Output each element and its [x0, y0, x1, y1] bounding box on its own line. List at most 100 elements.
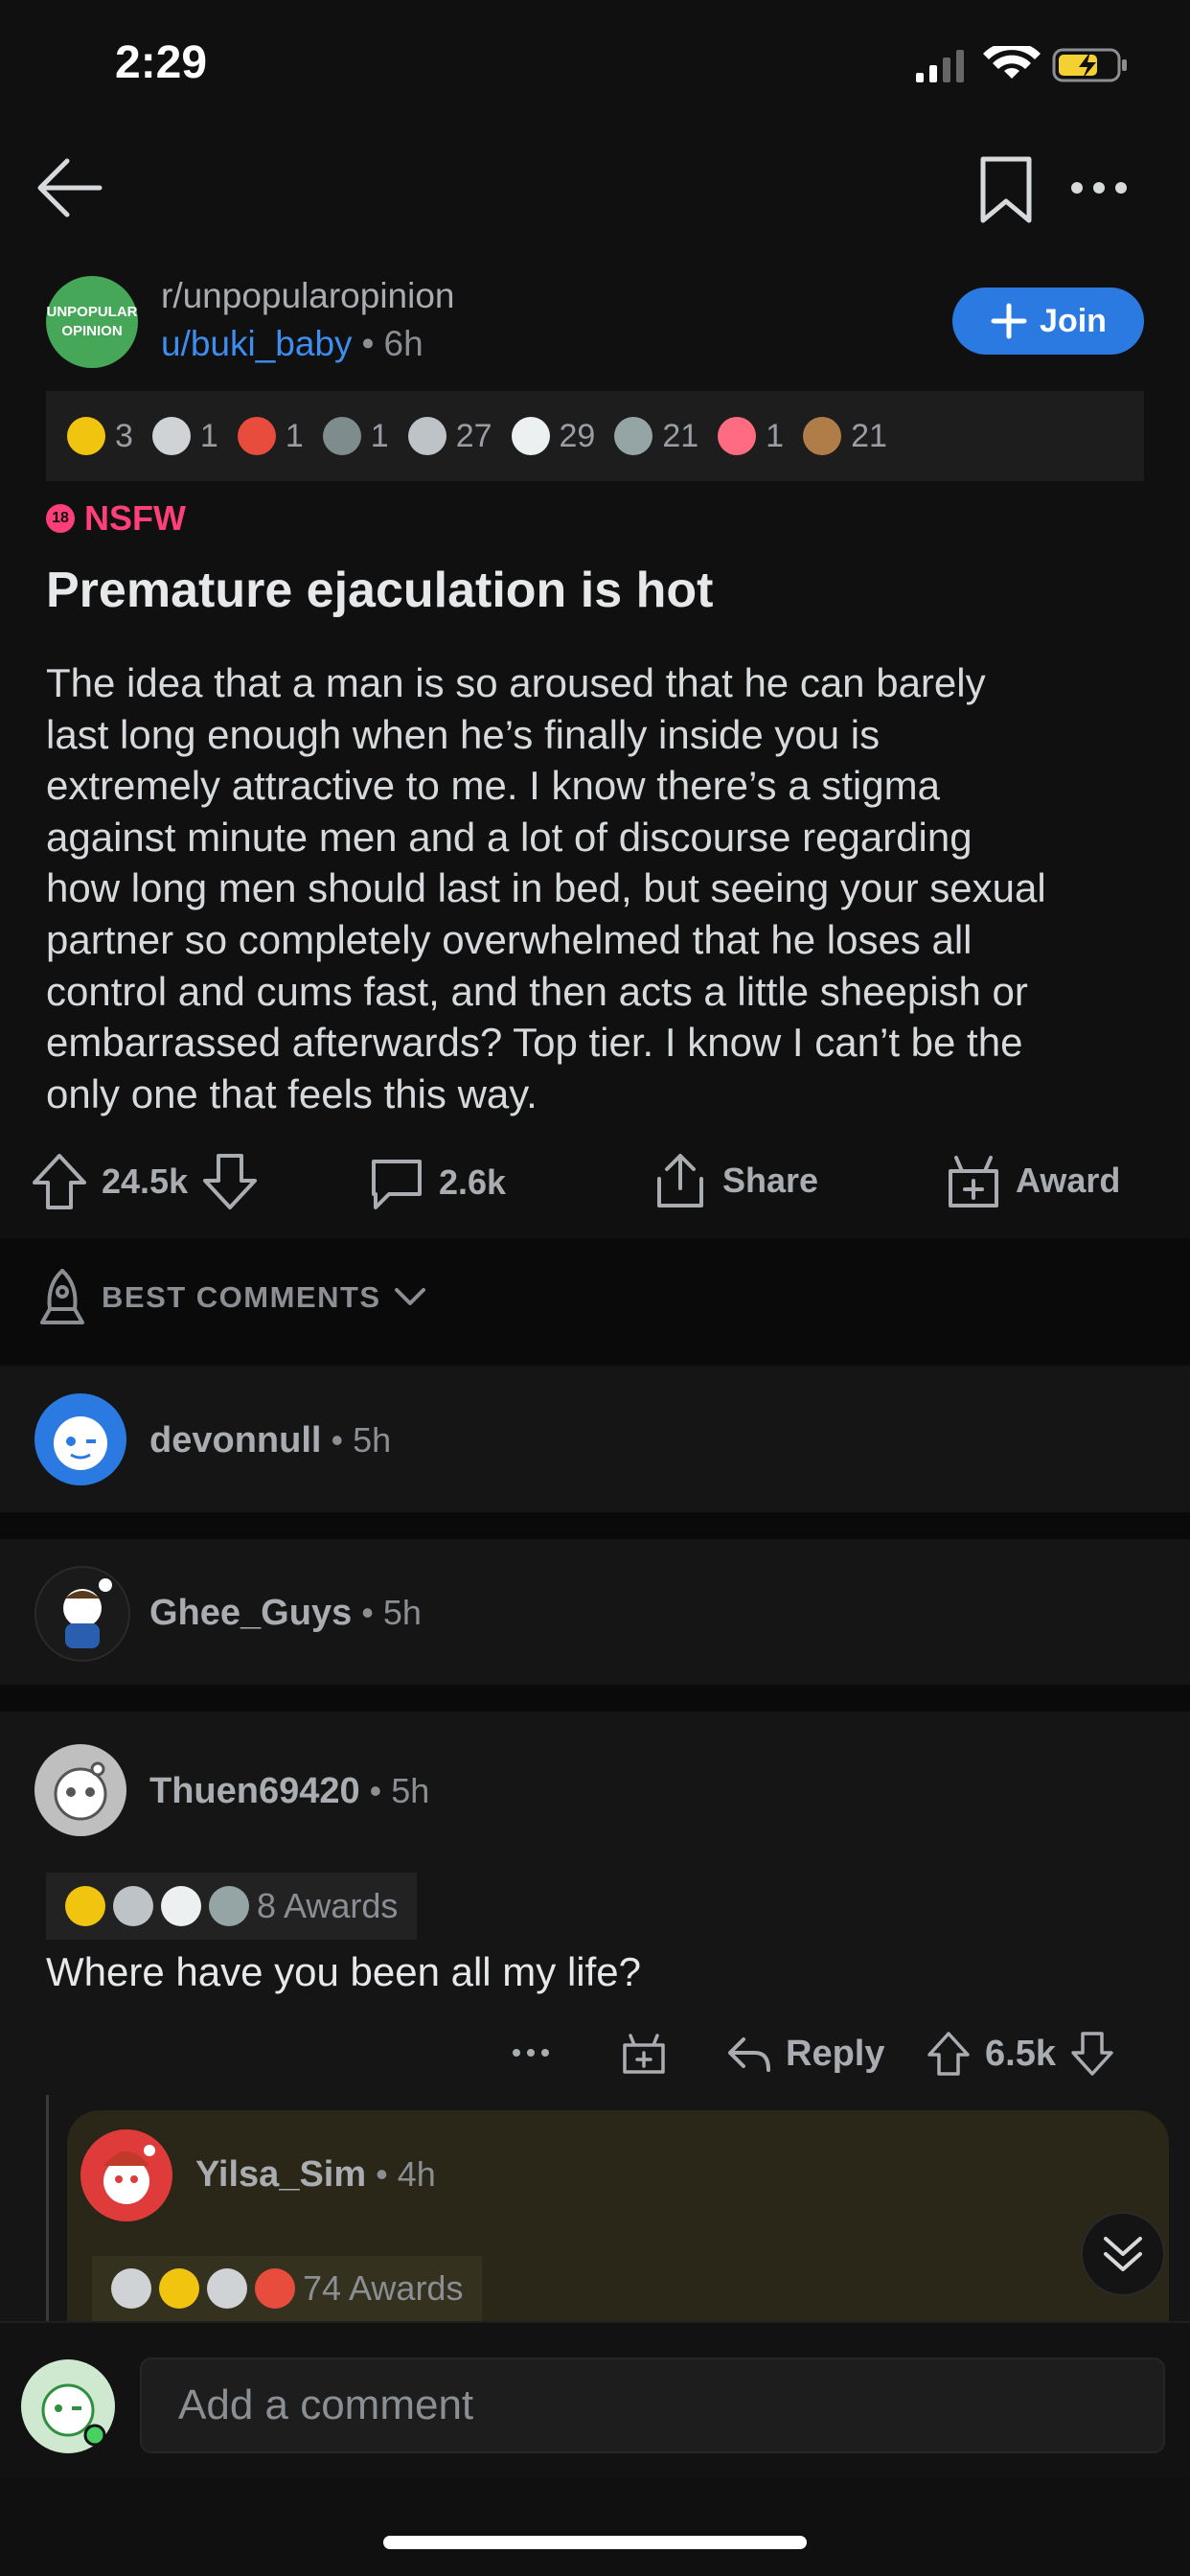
post-meta: u/buki_baby • 6h: [161, 324, 423, 364]
more-options-icon[interactable]: [1069, 180, 1129, 196]
reply-arrow-icon: [728, 2036, 770, 2072]
post-awards-bar[interactable]: 3 1 1 1 27 29 21 1 21: [46, 391, 1144, 481]
wholesome-award-icon: [151, 417, 191, 455]
join-button[interactable]: Join: [952, 288, 1144, 355]
avatar[interactable]: [34, 1393, 126, 1485]
comment-collapsed[interactable]: Ghee_Guys • 5h: [0, 1539, 1190, 1685]
laugh-award-icon: [511, 417, 550, 455]
comment-username[interactable]: devonnull: [149, 1420, 321, 1461]
gold-award-icon: [67, 417, 105, 455]
comment-age: 5h: [382, 1593, 422, 1632]
thread-line[interactable]: [46, 2095, 49, 2321]
nsfw-badge-icon: 18: [46, 504, 75, 533]
reply-button[interactable]: Reply: [726, 2034, 884, 2075]
subreddit-name[interactable]: r/unpopularopinion: [161, 276, 455, 316]
share-icon: [657, 1154, 703, 1208]
post-award: 3: [67, 417, 133, 455]
post-award: 21: [803, 417, 887, 455]
snoo-avatar-icon: [63, 1578, 112, 1648]
avatar[interactable]: [80, 2129, 172, 2221]
award-count: 1: [766, 417, 785, 454]
post-award: 21: [614, 417, 698, 455]
comment-awards-label: 74 Awards: [303, 2268, 464, 2308]
avatar[interactable]: [34, 1744, 126, 1836]
comment-header: Thuen69420 • 5h: [149, 1771, 429, 1812]
comment-username[interactable]: Ghee_Guys: [149, 1593, 352, 1634]
post-body: The idea that a man is so aroused that h…: [46, 657, 1157, 1119]
subreddit-avatar[interactable]: UNPOPULAR OPINION: [46, 276, 138, 368]
post-actions: 24.5k 2.6k Share Award: [0, 1140, 1190, 1221]
chevron-down-icon: [394, 1288, 425, 1305]
comments-button[interactable]: 2.6k: [368, 1154, 506, 1211]
meta-dot: •: [369, 1771, 382, 1810]
reply-label: Reply: [786, 2034, 885, 2074]
divider: [0, 1685, 1190, 1712]
comment-header: Ghee_Guys • 5h: [149, 1593, 422, 1634]
post-award: 1: [322, 417, 389, 455]
comment-username[interactable]: Thuen69420: [149, 1771, 360, 1812]
wholesome-award-icon: [111, 2268, 151, 2309]
comment-count: 2.6k: [439, 1162, 507, 1202]
award-button[interactable]: Award: [945, 1150, 1120, 1211]
comment-username[interactable]: Yilsa_Sim: [195, 2154, 366, 2196]
post-author[interactable]: u/buki_baby: [161, 324, 353, 364]
post-body-line: partner so completely overwhelmed that h…: [46, 916, 973, 962]
post-award: 1: [151, 417, 218, 455]
hands-award-icon: [407, 417, 446, 455]
downvote-icon[interactable]: [201, 1152, 259, 1211]
comment-collapsed[interactable]: devonnull • 5h: [0, 1367, 1190, 1512]
award-count: 3: [115, 417, 133, 454]
gift-icon[interactable]: [621, 2030, 667, 2076]
divider: [0, 1512, 1190, 1539]
star-award-icon: [159, 2268, 199, 2309]
heart-eyes-award-icon: [237, 417, 276, 455]
bear-award-icon: [803, 417, 842, 455]
bookmark-icon[interactable]: [977, 155, 1035, 226]
home-indicator: [383, 2536, 807, 2549]
battery-icon: [1052, 48, 1127, 82]
award-count: 27: [455, 417, 492, 454]
comment-score: 6.5k: [985, 2033, 1056, 2074]
status-time: 2:29: [115, 37, 208, 88]
comment-awards-label: 8 Awards: [257, 1886, 399, 1925]
avatar[interactable]: [34, 1566, 130, 1662]
user-avatar[interactable]: [21, 2359, 115, 2453]
rocket-award-icon: [322, 417, 361, 455]
add-comment-placeholder: Add a comment: [178, 2381, 474, 2428]
post-body-line: how long men should last in bed, but see…: [46, 865, 1046, 911]
subreddit-avatar-line1: UNPOPULAR: [46, 304, 138, 320]
sort-comments-button[interactable]: BEST COMMENTS: [34, 1267, 427, 1328]
comment-awards-chip[interactable]: 74 Awards: [92, 2256, 483, 2321]
comment-awards-chip[interactable]: 8 Awards: [46, 1873, 418, 1940]
upvote-icon[interactable]: [31, 1152, 88, 1211]
post-body-line: control and cums fast, and then acts a l…: [46, 968, 1028, 1014]
post-award: 1: [718, 417, 784, 455]
gift-icon: [949, 1156, 998, 1208]
back-arrow-icon[interactable]: [34, 153, 103, 222]
vote-controls: 24.5k: [31, 1152, 259, 1211]
award-label: Award: [1016, 1161, 1121, 1200]
snoo-avatar-icon: [54, 1416, 107, 1470]
sort-label: BEST COMMENTS: [102, 1280, 381, 1314]
comment-age: 5h: [353, 1420, 392, 1460]
post-award: 27: [407, 417, 492, 455]
next-comment-button[interactable]: [1081, 2212, 1165, 2296]
more-options-icon[interactable]: [512, 2047, 550, 2058]
meta-dot: •: [331, 1420, 344, 1460]
post-age: 6h: [383, 324, 423, 363]
share-button[interactable]: Share: [652, 1150, 818, 1211]
comment-header: Yilsa_Sim • 4h: [195, 2154, 436, 2196]
post-title: Premature ejaculation is hot: [46, 563, 714, 618]
upvote-count: 24.5k: [102, 1162, 189, 1201]
comment-vote-controls: 6.5k: [926, 2030, 1115, 2078]
add-comment-input[interactable]: Add a comment: [140, 2358, 1165, 2453]
post-body-line: last long enough when he’s finally insid…: [46, 711, 881, 757]
post-award: 1: [237, 417, 304, 455]
gift-award-icon: [255, 2268, 295, 2309]
downvote-icon[interactable]: [1069, 2030, 1115, 2078]
silver-award-icon: [614, 417, 653, 455]
snoo-avatar-icon: [41, 2383, 106, 2447]
subreddit-avatar-line2: OPINION: [61, 323, 123, 339]
upvote-icon[interactable]: [926, 2030, 972, 2078]
share-label: Share: [722, 1161, 819, 1200]
